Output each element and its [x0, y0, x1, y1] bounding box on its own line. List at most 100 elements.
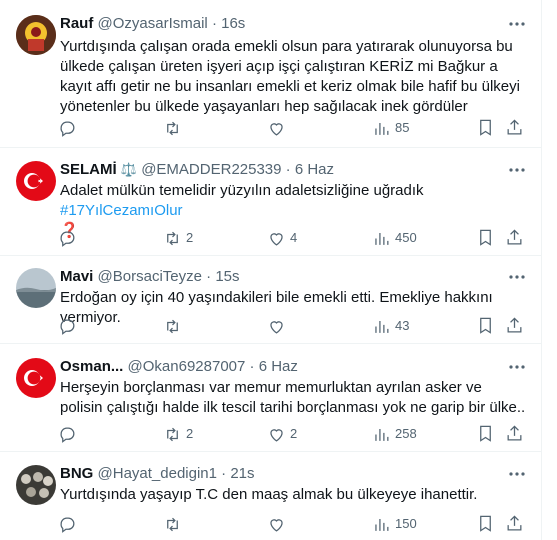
- retweet-button[interactable]: 2: [163, 228, 193, 248]
- heart-icon: [270, 320, 283, 334]
- hashtag-link[interactable]: #17YılCezamıOlur: [60, 202, 183, 219]
- retweet-icon: [167, 427, 178, 441]
- tweet-actions: 43: [50, 316, 527, 336]
- bookmark-button[interactable]: [476, 514, 496, 534]
- like-count: 2: [290, 426, 298, 441]
- display-name[interactable]: BNG: [60, 465, 93, 482]
- reply-button[interactable]: [58, 514, 81, 534]
- tweet[interactable]: Rauf @OzyasarIsmail · 16s Yurtdışında ça…: [0, 0, 541, 148]
- retweet-button[interactable]: [163, 514, 186, 534]
- reply-button[interactable]: [58, 316, 81, 336]
- reply-button[interactable]: [58, 228, 81, 248]
- display-name[interactable]: Osman...: [60, 358, 123, 375]
- tweet[interactable]: Osman... @Okan69287007 · 6 Haz Herşeyin …: [0, 344, 541, 452]
- more-options-icon[interactable]: [507, 464, 527, 484]
- like-count: 4: [290, 230, 298, 245]
- sea-landscape-icon: [16, 268, 56, 308]
- avatar[interactable]: [16, 268, 56, 308]
- retweet-icon: [167, 231, 178, 245]
- tweet-header: BNG @Hayat_dedigin1 · 21s: [60, 464, 511, 484]
- bookmark-button[interactable]: [476, 228, 496, 248]
- like-button[interactable]: 4: [267, 228, 297, 248]
- views-button[interactable]: 85: [372, 118, 409, 138]
- reply-icon: [60, 231, 75, 247]
- bookmark-icon: [480, 317, 491, 334]
- share-button[interactable]: [505, 316, 525, 336]
- tweet[interactable]: Mavi @BorsaciTeyze · 15s Erdoğan oy için…: [0, 256, 541, 344]
- turkish-flag-icon: [16, 161, 56, 201]
- analytics-icon: [375, 518, 389, 531]
- bookmark-icon: [480, 119, 491, 136]
- username[interactable]: @Okan69287007: [128, 358, 246, 375]
- view-count: 43: [395, 318, 410, 333]
- share-icon: [507, 229, 522, 245]
- tweet-actions: 2 4 450: [50, 228, 527, 248]
- display-name[interactable]: Rauf: [60, 15, 93, 32]
- bookmark-button[interactable]: [476, 316, 496, 336]
- avatar[interactable]: [16, 465, 56, 505]
- reply-button[interactable]: [58, 424, 81, 444]
- timeline-border: [541, 0, 542, 540]
- share-button[interactable]: [505, 118, 525, 138]
- tweet[interactable]: BNG @Hayat_dedigin1 · 21s Yurtdışında ya…: [0, 452, 541, 540]
- separator-dot: ·: [206, 268, 212, 285]
- analytics-icon: [375, 232, 389, 245]
- like-button[interactable]: [267, 118, 290, 138]
- view-count: 85: [395, 120, 410, 135]
- tweet[interactable]: SELAMİ ⚖️ @EMADDER225339 · 6 Haz Adalet …: [0, 148, 541, 256]
- share-button[interactable]: [505, 424, 525, 444]
- display-name[interactable]: Mavi: [60, 268, 93, 285]
- reply-button[interactable]: [58, 118, 81, 138]
- like-button[interactable]: [267, 316, 290, 336]
- separator-dot: ·: [221, 465, 227, 482]
- retweet-button[interactable]: [163, 118, 186, 138]
- views-button[interactable]: 258: [372, 424, 417, 444]
- retweet-icon: [167, 121, 178, 135]
- retweet-button[interactable]: [163, 316, 186, 336]
- timestamp[interactable]: 15s: [215, 268, 239, 285]
- like-button[interactable]: [267, 514, 290, 534]
- more-options-icon[interactable]: [507, 160, 527, 180]
- timestamp[interactable]: 6 Haz: [259, 358, 298, 375]
- avatar[interactable]: [16, 358, 56, 398]
- views-button[interactable]: 450: [372, 228, 417, 248]
- tweet-text-body: Adalet mülkün temelidir yüzyılın adalets…: [60, 182, 424, 199]
- like-button[interactable]: 2: [267, 424, 297, 444]
- retweet-icon: [167, 517, 178, 531]
- more-options-icon[interactable]: [507, 357, 527, 377]
- more-options-icon[interactable]: [507, 267, 527, 287]
- tweet-actions: 2 2 258: [50, 424, 527, 444]
- reply-icon: [60, 517, 75, 533]
- separator-dot: ·: [249, 358, 255, 375]
- tweet-header: Rauf @OzyasarIsmail · 16s: [60, 14, 511, 34]
- retweet-button[interactable]: 2: [163, 424, 193, 444]
- tweet-text: Yurtdışında yaşayıp T.C den maaş almak b…: [60, 486, 478, 503]
- view-count: 258: [395, 426, 417, 441]
- share-icon: [507, 425, 522, 441]
- avatar[interactable]: [16, 15, 56, 55]
- share-button[interactable]: [505, 228, 525, 248]
- tweet-text: Herşeyin borçlanması var memur memurlukt…: [60, 379, 526, 416]
- bookmark-button[interactable]: [476, 118, 496, 138]
- turkish-flag-icon: [16, 358, 56, 398]
- views-button[interactable]: 150: [372, 514, 417, 534]
- scales-badge: ⚖️: [120, 162, 138, 177]
- bookmark-button[interactable]: [476, 424, 496, 444]
- tweet-actions: 85: [50, 118, 527, 138]
- username[interactable]: @EMADDER225339: [141, 161, 281, 178]
- avatar[interactable]: [16, 161, 56, 201]
- username[interactable]: @BorsaciTeyze: [98, 268, 202, 285]
- display-name[interactable]: SELAMİ: [60, 161, 117, 178]
- views-button[interactable]: 43: [372, 316, 409, 336]
- separator-dot: ·: [211, 15, 217, 32]
- timestamp[interactable]: 16s: [221, 15, 245, 32]
- reply-icon: [60, 121, 75, 137]
- username[interactable]: @Hayat_dedigin1: [98, 465, 217, 482]
- more-options-icon[interactable]: [507, 14, 527, 34]
- username[interactable]: @OzyasarIsmail: [98, 15, 208, 32]
- timestamp[interactable]: 21s: [230, 465, 254, 482]
- retweet-icon: [167, 319, 178, 333]
- timestamp[interactable]: 6 Haz: [295, 161, 334, 178]
- share-button[interactable]: [505, 514, 525, 534]
- tweet-actions: 150: [50, 514, 527, 534]
